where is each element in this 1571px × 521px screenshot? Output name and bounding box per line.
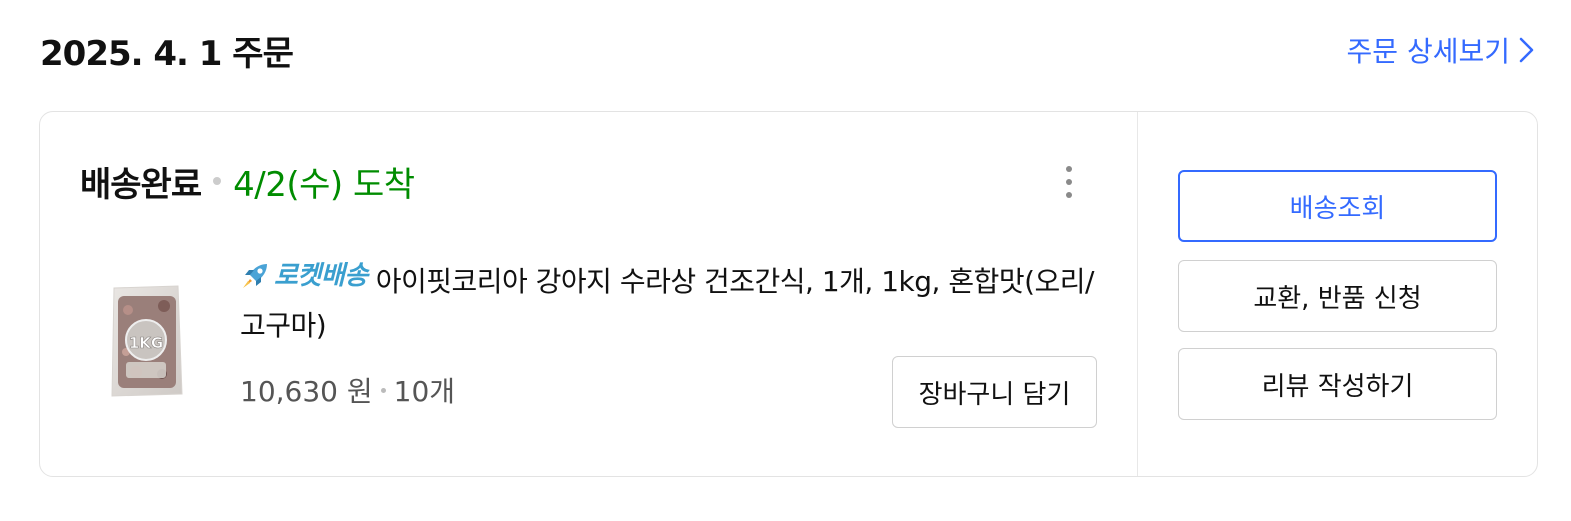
rocket-icon — [243, 264, 267, 288]
price-quantity: 10,630 원 10개 — [240, 370, 455, 410]
order-date-title: 2025. 4. 1 주문 — [40, 34, 294, 74]
add-to-cart-button[interactable]: 장바구니 담기 — [892, 356, 1097, 428]
write-review-button[interactable]: 리뷰 작성하기 — [1178, 348, 1497, 420]
more-vertical-icon[interactable] — [1054, 160, 1084, 204]
status-separator — [213, 177, 222, 185]
thumbnail-weight-label: 1KG — [129, 334, 163, 352]
exchange-return-button[interactable]: 교환, 반품 신청 — [1178, 260, 1497, 332]
chevron-right-icon — [1519, 37, 1534, 63]
product-title[interactable]: 로켓배송 아이핏코리아 강아지 수라상 건조간식, 1개, 1kg, 혼합맛(오… — [240, 254, 1100, 348]
track-shipping-button[interactable]: 배송조회 — [1178, 170, 1497, 242]
product-price: 10,630 원 — [240, 375, 373, 408]
order-detail-label: 주문 상세보기 — [1346, 35, 1510, 68]
order-detail-link[interactable]: 주문 상세보기 — [1347, 30, 1536, 70]
rocket-badge: 로켓배송 — [240, 254, 376, 298]
product-quantity: 10개 — [393, 375, 456, 408]
order-item-section: 배송완료 4/2(수) 도착 1KG 로켓배송 아이핏코리아 강아지 수라상 건… — [40, 112, 1137, 476]
arrival-date: 4/2(수) 도착 — [233, 164, 415, 205]
delivery-status: 배송완료 4/2(수) 도착 — [80, 156, 415, 206]
order-actions-panel: 배송조회 교환, 반품 신청 리뷰 작성하기 — [1137, 112, 1537, 476]
delivery-status-label: 배송완료 — [80, 164, 202, 205]
price-separator — [380, 387, 386, 393]
rocket-delivery-label: 로켓배송 — [274, 261, 368, 291]
order-card: 배송완료 4/2(수) 도착 1KG 로켓배송 아이핏코리아 강아지 수라상 건… — [39, 111, 1538, 477]
order-header: 2025. 4. 1 주문 주문 상세보기 — [40, 22, 1536, 74]
product-thumbnail[interactable]: 1KG — [106, 282, 186, 402]
